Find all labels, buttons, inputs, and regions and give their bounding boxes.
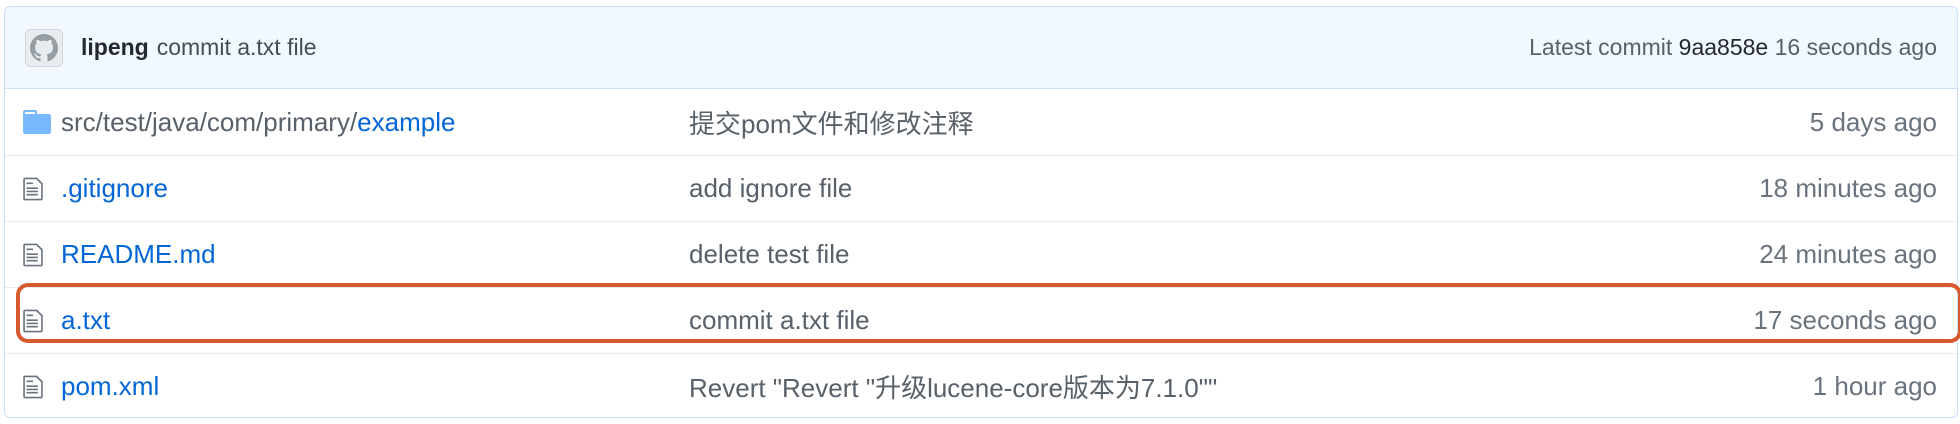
file-icon — [5, 176, 61, 202]
commit-age: 16 seconds ago — [1774, 34, 1937, 60]
file-age: 5 days ago — [1809, 106, 1937, 137]
file-commit-message[interactable]: delete test file — [689, 239, 1759, 270]
file-row-readme[interactable]: README.md delete test file 24 minutes ag… — [5, 221, 1957, 287]
latest-commit-bar: lipeng commit a.txt file Latest commit 9… — [5, 7, 1957, 89]
file-commit-message[interactable]: Revert "Revert "升级lucene-core版本为7.1.0"" — [689, 368, 1813, 405]
file-row-pom-xml[interactable]: pom.xml Revert "Revert "升级lucene-core版本为… — [5, 353, 1957, 417]
file-link[interactable]: .gitignore — [61, 173, 168, 203]
file-commit-message[interactable]: add ignore file — [689, 173, 1759, 204]
file-name-cell: src/test/java/com/primary/example — [61, 107, 689, 138]
file-browser: lipeng commit a.txt file Latest commit 9… — [4, 6, 1958, 418]
file-link[interactable]: example — [357, 107, 455, 137]
commit-author[interactable]: lipeng — [81, 34, 149, 61]
folder-icon — [5, 110, 61, 134]
file-icon — [5, 374, 61, 400]
directory-path[interactable]: src/test/java/com/primary/ — [61, 107, 357, 137]
file-age: 18 minutes ago — [1759, 173, 1937, 203]
octocat-avatar-icon[interactable] — [25, 28, 63, 67]
file-icon — [5, 308, 61, 334]
file-age: 24 minutes ago — [1759, 239, 1937, 269]
latest-commit-label: Latest commit — [1529, 34, 1673, 60]
file-row-a-txt[interactable]: a.txt commit a.txt file 17 seconds ago — [5, 287, 1957, 353]
file-row-gitignore[interactable]: .gitignore add ignore file 18 minutes ag… — [5, 155, 1957, 221]
file-commit-message[interactable]: 提交pom文件和修改注释 — [689, 104, 1810, 141]
file-link[interactable]: README.md — [61, 239, 216, 269]
file-name-cell: .gitignore — [61, 173, 689, 204]
file-name-cell: a.txt — [61, 305, 689, 336]
file-commit-message[interactable]: commit a.txt file — [689, 305, 1753, 336]
file-name-cell: pom.xml — [61, 371, 689, 402]
file-row-example[interactable]: src/test/java/com/primary/example 提交pom文… — [5, 89, 1957, 155]
file-link[interactable]: a.txt — [61, 305, 110, 335]
file-link[interactable]: pom.xml — [61, 371, 159, 401]
file-icon — [5, 242, 61, 268]
file-age: 1 hour ago — [1812, 371, 1937, 401]
file-age: 17 seconds ago — [1753, 305, 1937, 335]
commit-sha[interactable]: 9aa858e — [1679, 34, 1769, 60]
commit-meta: Latest commit 9aa858e 16 seconds ago — [1529, 34, 1937, 61]
file-name-cell: README.md — [61, 239, 689, 270]
commit-message[interactable]: commit a.txt file — [157, 34, 317, 61]
